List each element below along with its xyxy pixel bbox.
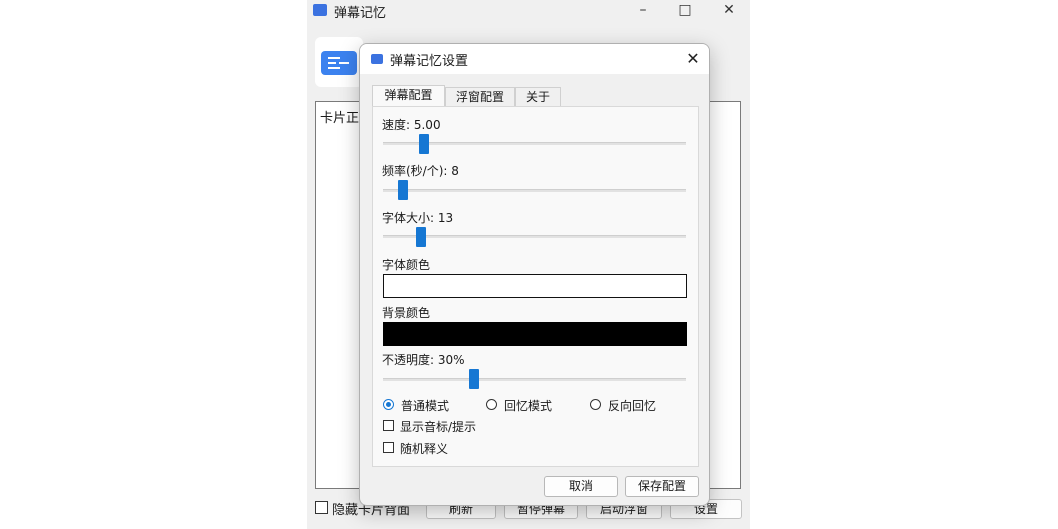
speed-label: 速度: 5.00	[382, 118, 441, 132]
show-phonetic-checkbox[interactable]	[383, 420, 394, 431]
dialog-titlebar: 弹幕记忆设置 ✕	[360, 44, 709, 74]
random-definition-label: 随机释义	[400, 442, 449, 456]
speed-slider-thumb[interactable]	[419, 134, 429, 154]
main-window-title: 弹幕记忆	[334, 6, 387, 21]
dialog-close-icon[interactable]: ✕	[680, 47, 706, 71]
dialog-title: 弹幕记忆设置	[390, 54, 469, 69]
opacity-slider-track[interactable]	[383, 378, 686, 381]
hide-back-checkbox[interactable]	[315, 501, 328, 514]
reverse-recall-radio[interactable]	[590, 399, 601, 410]
tab-danmaku-config[interactable]: 弹幕配置	[372, 85, 445, 106]
dialog-app-icon	[371, 54, 383, 64]
danmaku-config-panel: 速度: 5.00 频率(秒/个): 8 字体大小: 13 字体颜色 背景颜色 不…	[372, 106, 699, 467]
frequency-slider-thumb[interactable]	[398, 180, 408, 200]
normal-mode-radio[interactable]	[383, 399, 394, 410]
save-config-button[interactable]: 保存配置	[625, 476, 699, 497]
app-icon	[313, 4, 327, 16]
app-logo-icon	[315, 37, 363, 87]
settings-dialog: 弹幕记忆设置 ✕ 弹幕配置 浮窗配置 关于 速度: 5.00 频率(秒/个): …	[359, 43, 710, 506]
bg-color-swatch[interactable]	[383, 322, 687, 346]
tab-about[interactable]: 关于	[515, 87, 561, 106]
show-phonetic-label: 显示音标/提示	[400, 420, 477, 434]
recall-mode-radio[interactable]	[486, 399, 497, 410]
minimize-icon[interactable]: –	[621, 0, 665, 22]
opacity-slider-thumb[interactable]	[469, 369, 479, 389]
frequency-slider-track[interactable]	[383, 189, 686, 192]
tab-float-config[interactable]: 浮窗配置	[445, 87, 515, 106]
random-definition-checkbox[interactable]	[383, 442, 394, 453]
maximize-icon[interactable]: □	[663, 0, 707, 22]
font-size-slider-thumb[interactable]	[416, 227, 426, 247]
frequency-label: 频率(秒/个): 8	[382, 164, 459, 178]
close-icon[interactable]: ✕	[707, 0, 750, 22]
opacity-label: 不透明度: 30%	[382, 353, 465, 367]
recall-mode-label: 回忆模式	[504, 399, 553, 413]
bg-color-label: 背景颜色	[382, 306, 431, 320]
reverse-recall-label: 反向回忆	[608, 399, 657, 413]
main-titlebar: 弹幕记忆 – □ ✕	[307, 0, 750, 22]
font-color-label: 字体颜色	[382, 258, 431, 272]
cancel-button[interactable]: 取消	[544, 476, 618, 497]
normal-mode-label: 普通模式	[401, 399, 450, 413]
font-color-swatch[interactable]	[383, 274, 687, 298]
font-size-slider-track[interactable]	[383, 235, 686, 238]
font-size-label: 字体大小: 13	[382, 211, 454, 225]
